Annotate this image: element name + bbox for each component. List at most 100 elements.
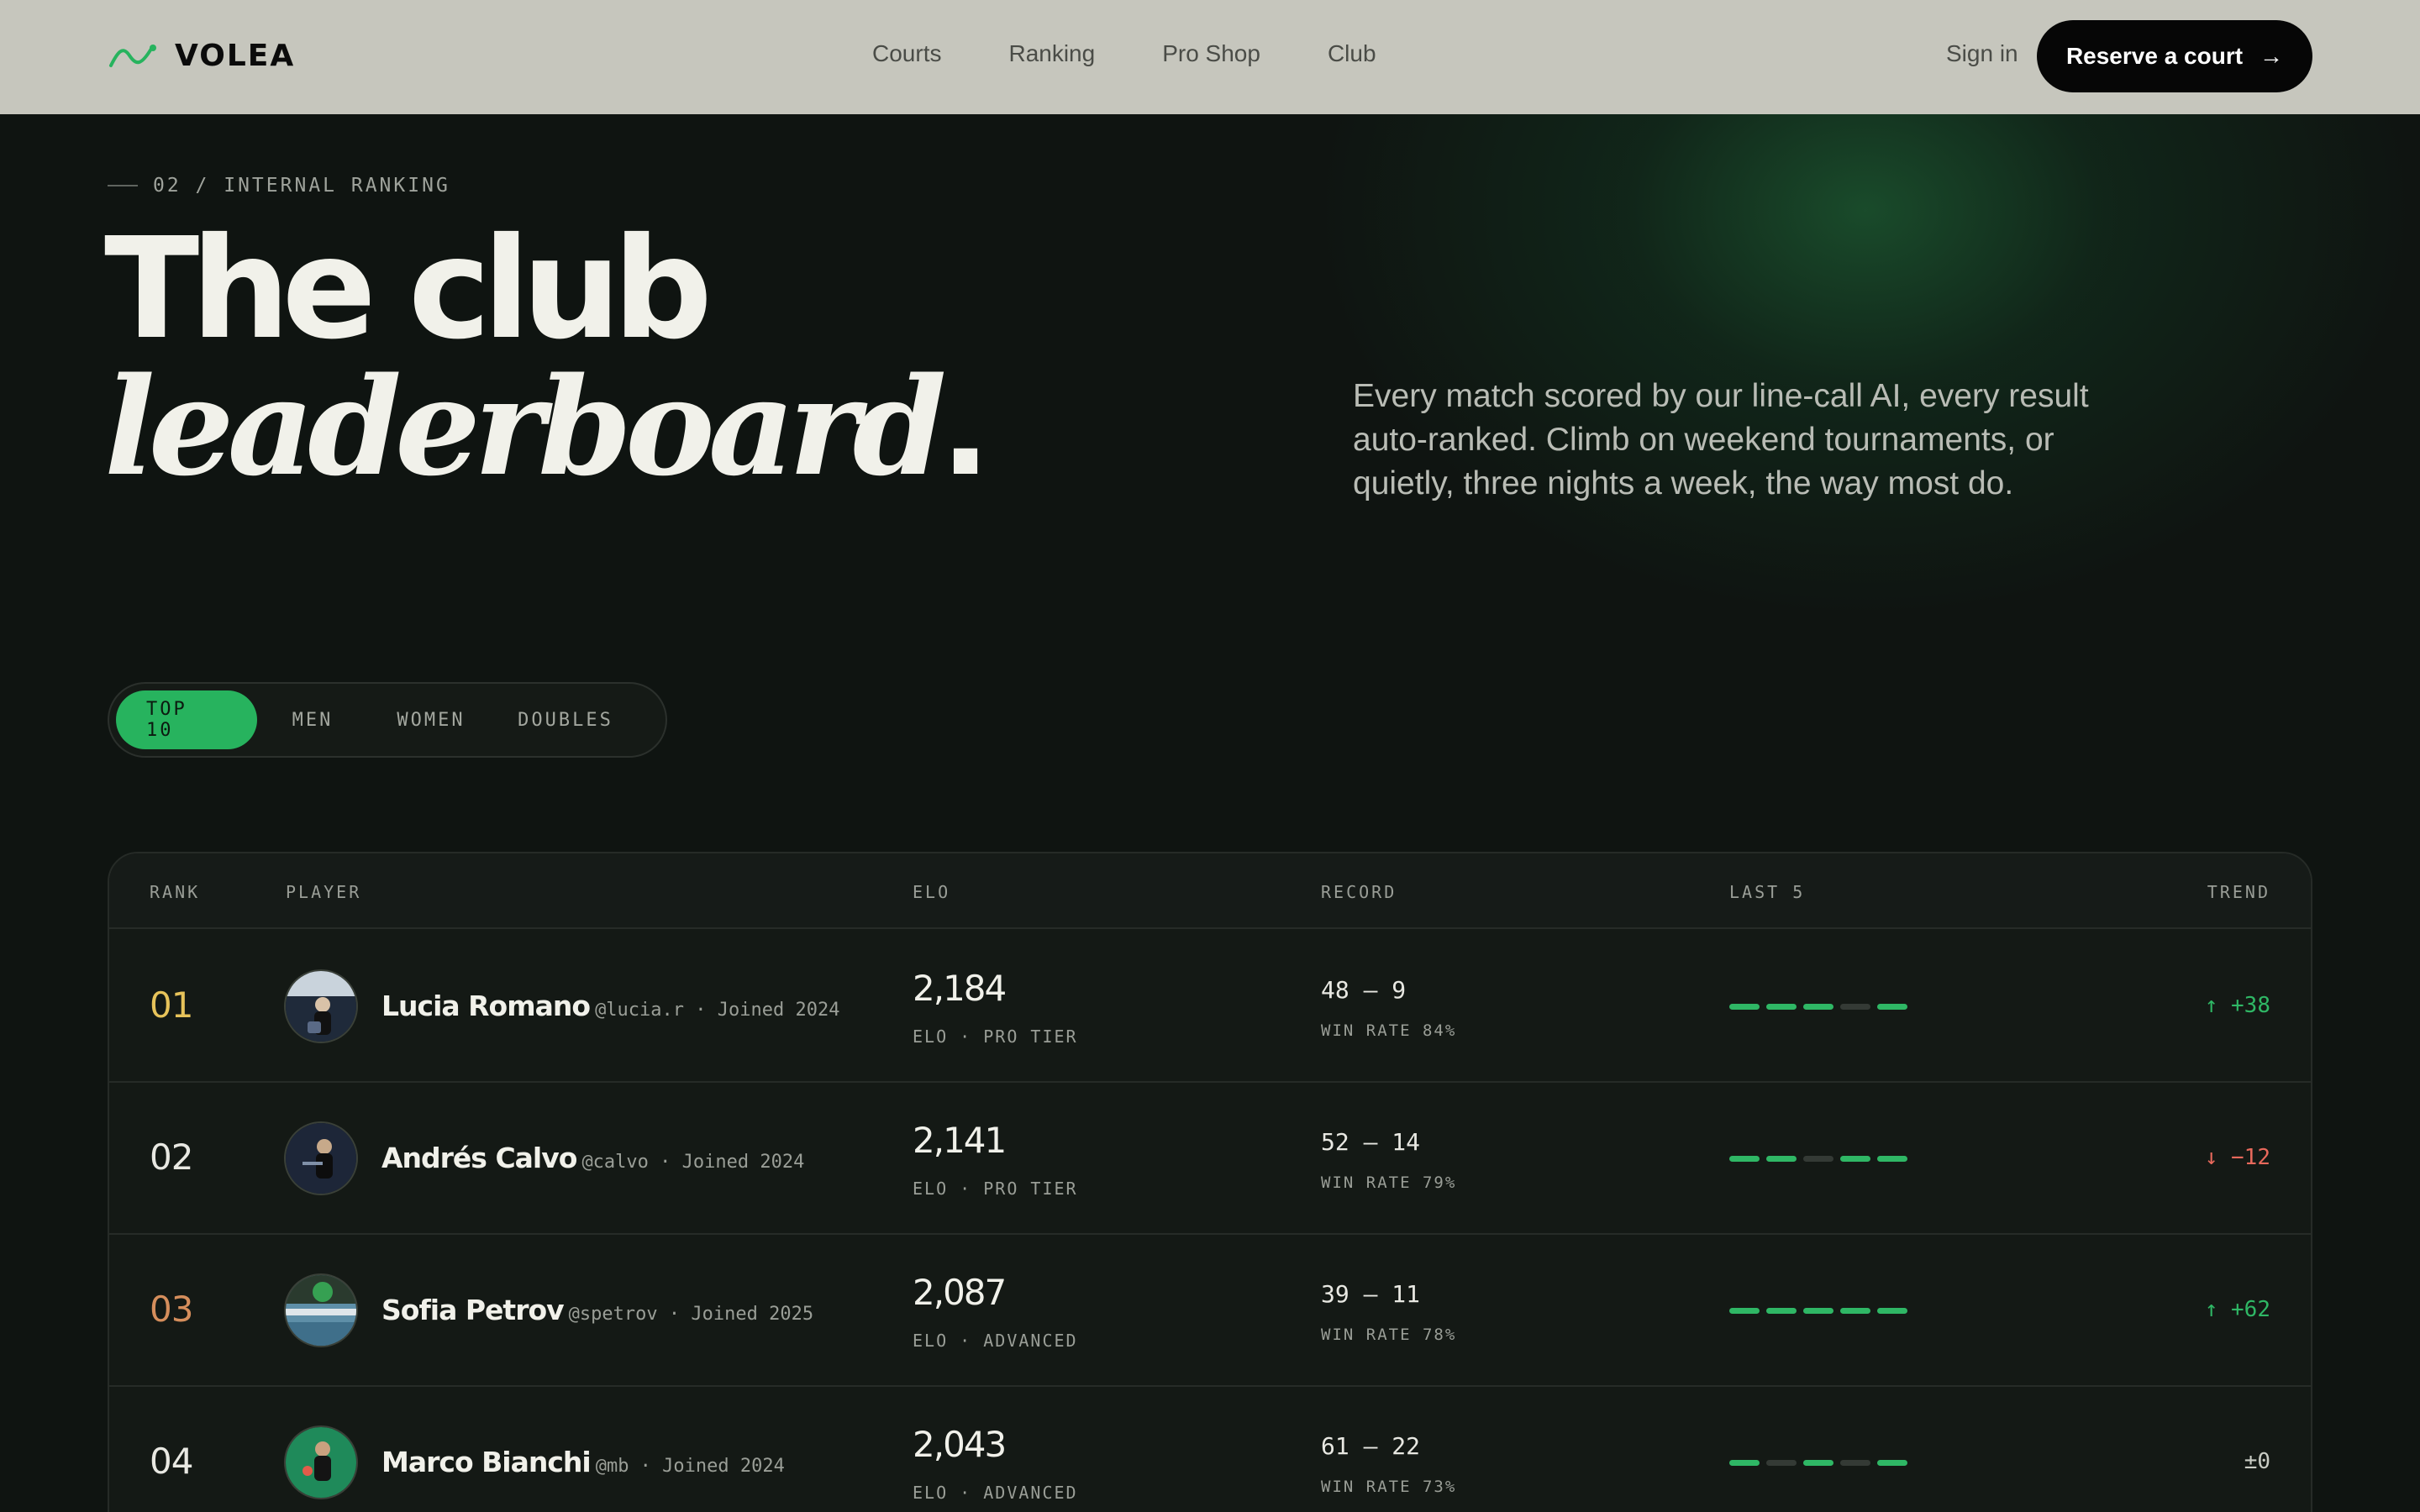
nav-link-club[interactable]: Club: [1328, 40, 1376, 67]
result-win: [1729, 1308, 1760, 1314]
reserve-court-button[interactable]: Reserve a court →: [2037, 20, 2312, 92]
avatar: [284, 969, 358, 1043]
brand-logo[interactable]: VOLEA: [108, 37, 295, 74]
leaderboard-table: RANK PLAYER ELO RECORD LAST 5 TREND 01 L…: [108, 852, 2312, 1512]
hero-glow: [1311, 34, 2420, 622]
table-row[interactable]: 03 Sofia Petrov @spetrov · Joined 2025 2…: [109, 1235, 2311, 1387]
result-win: [1877, 1004, 1907, 1010]
last-5-results: [1729, 1308, 1907, 1314]
player-name[interactable]: Andrés Calvo @calvo · Joined 2024: [381, 1142, 804, 1174]
leaderboard-filter-tabs: TOP 10 MEN WOMEN DOUBLES: [108, 682, 667, 758]
last-5-results: [1729, 1156, 1907, 1162]
sign-in-link[interactable]: Sign in: [1946, 40, 2018, 67]
header-trend: TREND: [2207, 882, 2270, 902]
player-name-text: Lucia Romano: [381, 990, 591, 1022]
player-handle: @mb · Joined 2024: [595, 1456, 785, 1477]
nav-link-pro-shop[interactable]: Pro Shop: [1162, 40, 1260, 67]
hero-description: Every match scored by our line-call AI, …: [1353, 378, 2089, 501]
win-rate: WIN RATE 84%: [1321, 1021, 1457, 1040]
header-rank: RANK: [150, 882, 201, 902]
section-eyebrow: 02 / INTERNAL RANKING: [108, 175, 450, 197]
rank-number: 03: [150, 1289, 193, 1330]
trend-indicator: ±0: [2244, 1449, 2270, 1474]
result-win: [1803, 1004, 1833, 1010]
result-win: [1729, 1004, 1760, 1010]
trend-indicator: ↑ +38: [2204, 993, 2270, 1018]
result-win: [1766, 1308, 1797, 1314]
record-value: 52 — 14: [1321, 1128, 1421, 1156]
result-win: [1766, 1156, 1797, 1162]
title-period: .: [939, 349, 992, 506]
elo-value: 2,043: [913, 1424, 1007, 1465]
avatar: [284, 1121, 358, 1195]
record-value: 61 — 22: [1321, 1432, 1421, 1460]
brand-name: VOLEA: [175, 38, 296, 73]
player-name-text: Sofia Petrov: [381, 1294, 565, 1326]
result-loss: [1840, 1004, 1870, 1010]
eyebrow-divider: [108, 185, 138, 186]
tab-women[interactable]: WOMEN: [368, 690, 494, 749]
tab-top-10[interactable]: TOP 10: [116, 690, 257, 749]
elo-tier: ELO · ADVANCED: [913, 1331, 1078, 1351]
eyebrow-label: 02 / INTERNAL RANKING: [153, 175, 450, 197]
nav-link-courts[interactable]: Courts: [872, 40, 941, 67]
elo-value: 2,184: [913, 968, 1007, 1009]
last-5-results: [1729, 1004, 1907, 1010]
result-win: [1877, 1308, 1907, 1314]
rank-number: 04: [150, 1441, 193, 1482]
result-win: [1840, 1156, 1870, 1162]
result-loss: [1803, 1156, 1833, 1162]
result-win: [1803, 1308, 1833, 1314]
tab-men[interactable]: MEN: [257, 690, 368, 749]
avatar: [284, 1425, 358, 1499]
nav-link-ranking[interactable]: Ranking: [1008, 40, 1095, 67]
rank-number: 02: [150, 1137, 193, 1178]
avatar: [284, 1273, 358, 1347]
main-nav: Courts Ranking Pro Shop Club: [872, 40, 1376, 67]
player-name-text: Andrés Calvo: [381, 1142, 577, 1174]
last-5-results: [1729, 1460, 1907, 1466]
tab-doubles[interactable]: DOUBLES: [494, 690, 637, 749]
title-italic-word: leaderboard: [104, 348, 947, 506]
header-record: RECORD: [1321, 882, 1397, 902]
header-player: PLAYER: [286, 882, 362, 902]
elo-value: 2,141: [913, 1120, 1007, 1161]
trend-indicator: ↓ −12: [2204, 1145, 2270, 1170]
player-name[interactable]: Sofia Petrov @spetrov · Joined 2025: [381, 1294, 813, 1326]
table-row[interactable]: 01 Lucia Romano @lucia.r · Joined 2024 2…: [109, 931, 2311, 1083]
player-name-text: Marco Bianchi: [381, 1446, 592, 1478]
player-handle: @calvo · Joined 2024: [581, 1152, 805, 1173]
elo-value: 2,087: [913, 1272, 1007, 1313]
win-rate: WIN RATE 79%: [1321, 1173, 1457, 1192]
result-loss: [1766, 1460, 1797, 1466]
result-win: [1877, 1460, 1907, 1466]
page-title-line1: The club: [104, 208, 713, 370]
elo-tier: ELO · PRO TIER: [913, 1179, 1078, 1199]
result-win: [1877, 1156, 1907, 1162]
elo-tier: ELO · ADVANCED: [913, 1483, 1078, 1503]
result-loss: [1840, 1460, 1870, 1466]
result-win: [1840, 1308, 1870, 1314]
top-nav: VOLEA Courts Ranking Pro Shop Club Sign …: [0, 0, 2420, 114]
table-header: RANK PLAYER ELO RECORD LAST 5 TREND: [109, 853, 2311, 929]
reserve-court-label: Reserve a court: [2065, 43, 2244, 69]
elo-tier: ELO · PRO TIER: [913, 1026, 1078, 1047]
arrow-right-icon: →: [2260, 43, 2284, 69]
player-name[interactable]: Marco Bianchi @mb · Joined 2024: [381, 1446, 785, 1478]
result-win: [1766, 1004, 1797, 1010]
table-row[interactable]: 02 Andrés Calvo @calvo · Joined 2024 2,1…: [109, 1083, 2311, 1235]
rank-number: 01: [150, 984, 193, 1026]
result-win: [1729, 1156, 1760, 1162]
table-row[interactable]: 04 Marco Bianchi @mb · Joined 2024 2,043…: [109, 1387, 2311, 1512]
header-elo: ELO: [913, 882, 951, 902]
page-title-line2: leaderboard.: [104, 360, 991, 495]
trend-indicator: ↑ +62: [2204, 1297, 2270, 1322]
result-win: [1803, 1460, 1833, 1466]
result-win: [1729, 1460, 1760, 1466]
player-name[interactable]: Lucia Romano @lucia.r · Joined 2024: [381, 990, 839, 1022]
record-value: 39 — 11: [1321, 1280, 1421, 1308]
wave-logo-icon: [109, 45, 156, 67]
header-last5: LAST 5: [1729, 882, 1806, 902]
record-value: 48 — 9: [1321, 976, 1407, 1004]
win-rate: WIN RATE 78%: [1321, 1326, 1457, 1344]
